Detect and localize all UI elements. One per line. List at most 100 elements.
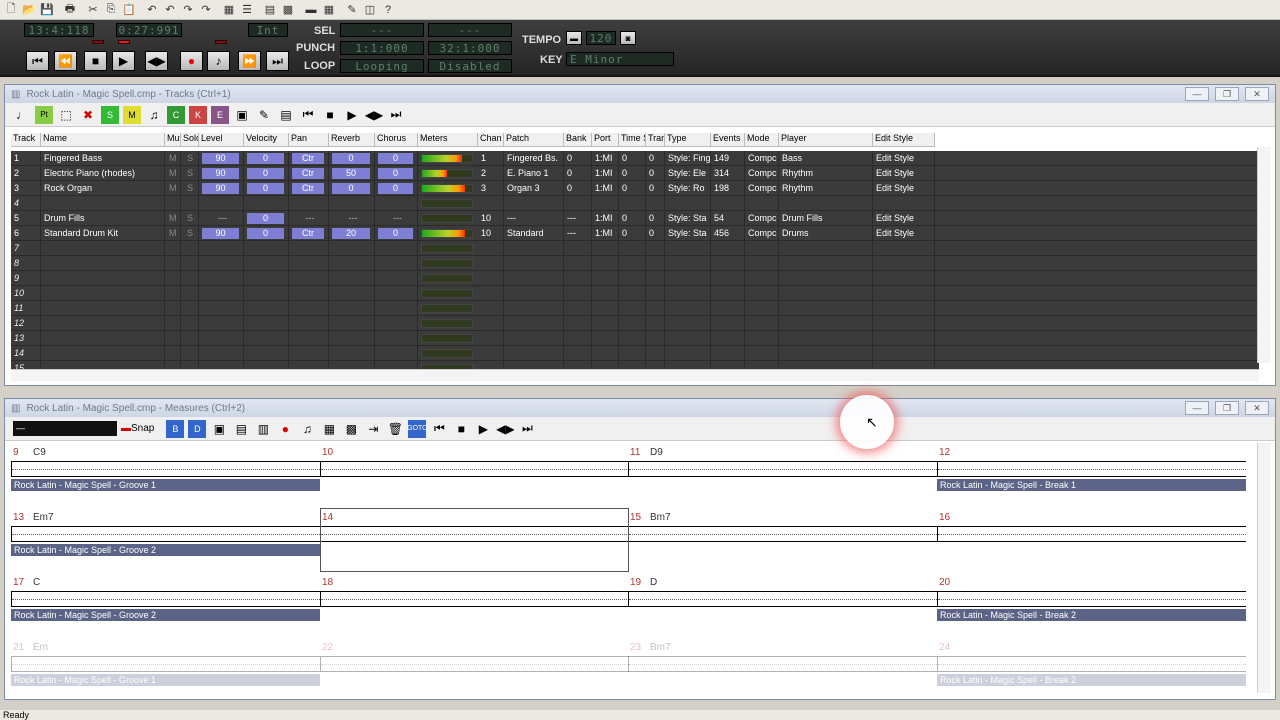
column-header[interactable]: Edit Style	[873, 133, 935, 147]
track-cell[interactable]	[873, 256, 935, 271]
column-header[interactable]: Tran	[646, 133, 665, 147]
record-icon[interactable]: ●	[276, 420, 294, 438]
track-number[interactable]: 11	[11, 301, 41, 316]
measure-number[interactable]: 22	[322, 642, 333, 653]
measure-staff[interactable]	[628, 461, 937, 477]
track-cell[interactable]	[873, 301, 935, 316]
patch-icon[interactable]: Pt	[35, 105, 53, 124]
measure-number[interactable]: 19	[630, 577, 641, 588]
track-cell[interactable]	[181, 316, 199, 331]
track-cell[interactable]	[375, 256, 418, 271]
track-cell[interactable]	[711, 286, 745, 301]
track-cell[interactable]	[873, 346, 935, 361]
track-number[interactable]: 5	[11, 211, 41, 226]
edit-icon[interactable]: ✎	[255, 106, 273, 124]
track-cell[interactable]	[745, 271, 779, 286]
track-cell[interactable]	[165, 331, 181, 346]
track-cell[interactable]	[165, 256, 181, 271]
level-slider[interactable]: 90	[202, 183, 239, 194]
track-cell[interactable]	[289, 346, 329, 361]
track-cell[interactable]	[181, 241, 199, 256]
track-cell[interactable]	[244, 286, 289, 301]
open-icon[interactable]: 📂	[20, 1, 38, 18]
measure-staff[interactable]	[320, 591, 629, 607]
track-cell[interactable]	[375, 346, 418, 361]
patch-cell[interactable]: Fingered Bs.	[504, 151, 564, 166]
mute-icon[interactable]: M	[123, 105, 141, 124]
measure-number[interactable]: 17	[13, 577, 24, 588]
chord-icon[interactable]: ▦	[220, 1, 238, 18]
velocity-slider[interactable]: 0	[247, 168, 284, 179]
track-cell[interactable]	[646, 346, 665, 361]
track-row[interactable]: 11	[11, 301, 1259, 316]
track-cell[interactable]	[564, 196, 592, 211]
track-cell[interactable]	[564, 346, 592, 361]
track-name[interactable]: Drum Fills	[41, 211, 165, 226]
punch-to-field[interactable]: 32:1:000	[428, 41, 512, 55]
track-cell[interactable]	[181, 346, 199, 361]
edit-style-cell[interactable]: Edit Style	[873, 181, 935, 196]
track-cell[interactable]	[329, 301, 375, 316]
track-number[interactable]: 14	[11, 346, 41, 361]
track-cell[interactable]	[41, 286, 165, 301]
patch-cell[interactable]: ---	[504, 211, 564, 226]
measure-number[interactable]: 9	[13, 447, 19, 458]
measure-staff[interactable]	[628, 656, 937, 672]
mute-toggle[interactable]: M	[169, 151, 177, 165]
select-icon[interactable]: ⬚	[57, 106, 75, 124]
restore-button[interactable]: ❐	[1215, 401, 1239, 415]
time-shift-cell[interactable]: 0	[619, 226, 646, 241]
measure-number[interactable]: 15	[630, 512, 641, 523]
rewind-start-icon[interactable]: ⏮	[430, 420, 448, 438]
new-icon[interactable]: 🗋	[2, 1, 20, 18]
velocity-slider[interactable]: 0	[247, 183, 284, 194]
paste-icon[interactable]: 📋	[120, 1, 138, 18]
track-cell[interactable]	[745, 316, 779, 331]
track-cell[interactable]	[181, 271, 199, 286]
track-cell[interactable]	[564, 301, 592, 316]
track-cell[interactable]	[711, 301, 745, 316]
track-cell[interactable]	[665, 316, 711, 331]
channel-cell[interactable]: 3	[478, 181, 504, 196]
note-icon[interactable]: ♫	[145, 106, 163, 124]
track-cell[interactable]	[665, 346, 711, 361]
track-cell[interactable]	[181, 301, 199, 316]
patch-cell[interactable]: E. Piano 1	[504, 166, 564, 181]
measure-number[interactable]: 24	[939, 642, 950, 653]
patch-cell[interactable]: Standard	[504, 226, 564, 241]
close-button[interactable]: ✕	[1245, 401, 1269, 415]
track-cell[interactable]	[329, 196, 375, 211]
tracks-icon[interactable]: ▤	[261, 1, 279, 18]
track-number[interactable]: 4	[11, 196, 41, 211]
track-cell[interactable]	[564, 316, 592, 331]
time-shift-cell[interactable]: 0	[619, 166, 646, 181]
track-row[interactable]: 3 Rock Organ M S 90 0 Ctr 0 0 3 Organ 3 0 1:MI 0 0 Styl…	[11, 181, 1259, 196]
edit-style-cell[interactable]: Edit Style	[873, 166, 935, 181]
e-icon[interactable]: E	[211, 105, 229, 124]
velocity-slider[interactable]: 0	[247, 213, 284, 224]
minimize-button[interactable]: —	[1185, 87, 1209, 101]
chorus-slider[interactable]: 0	[378, 228, 413, 239]
stop-button[interactable]: ■	[84, 51, 107, 71]
track-cell[interactable]	[646, 271, 665, 286]
track-cell[interactable]	[711, 196, 745, 211]
track-cell[interactable]	[329, 346, 375, 361]
rewind-start-icon[interactable]: ⏮	[299, 106, 317, 124]
b-icon[interactable]: B	[166, 419, 185, 438]
track-row[interactable]: 12	[11, 316, 1259, 331]
track-cell[interactable]	[619, 346, 646, 361]
selected-measure[interactable]	[320, 508, 629, 572]
track-cell[interactable]	[745, 196, 779, 211]
track-cell[interactable]	[289, 256, 329, 271]
track-cell[interactable]	[478, 301, 504, 316]
chord-label[interactable]: Bm7	[650, 642, 671, 653]
track-cell[interactable]	[165, 271, 181, 286]
events-cell[interactable]: 456	[711, 226, 745, 241]
velocity-slider[interactable]: 0	[247, 153, 284, 164]
track-cell[interactable]	[329, 241, 375, 256]
track-number[interactable]: 1	[11, 151, 41, 166]
track-cell[interactable]	[504, 316, 564, 331]
track-cell[interactable]	[592, 316, 619, 331]
list-icon[interactable]: ▤	[277, 106, 295, 124]
track-row[interactable]: 4	[11, 196, 1259, 211]
